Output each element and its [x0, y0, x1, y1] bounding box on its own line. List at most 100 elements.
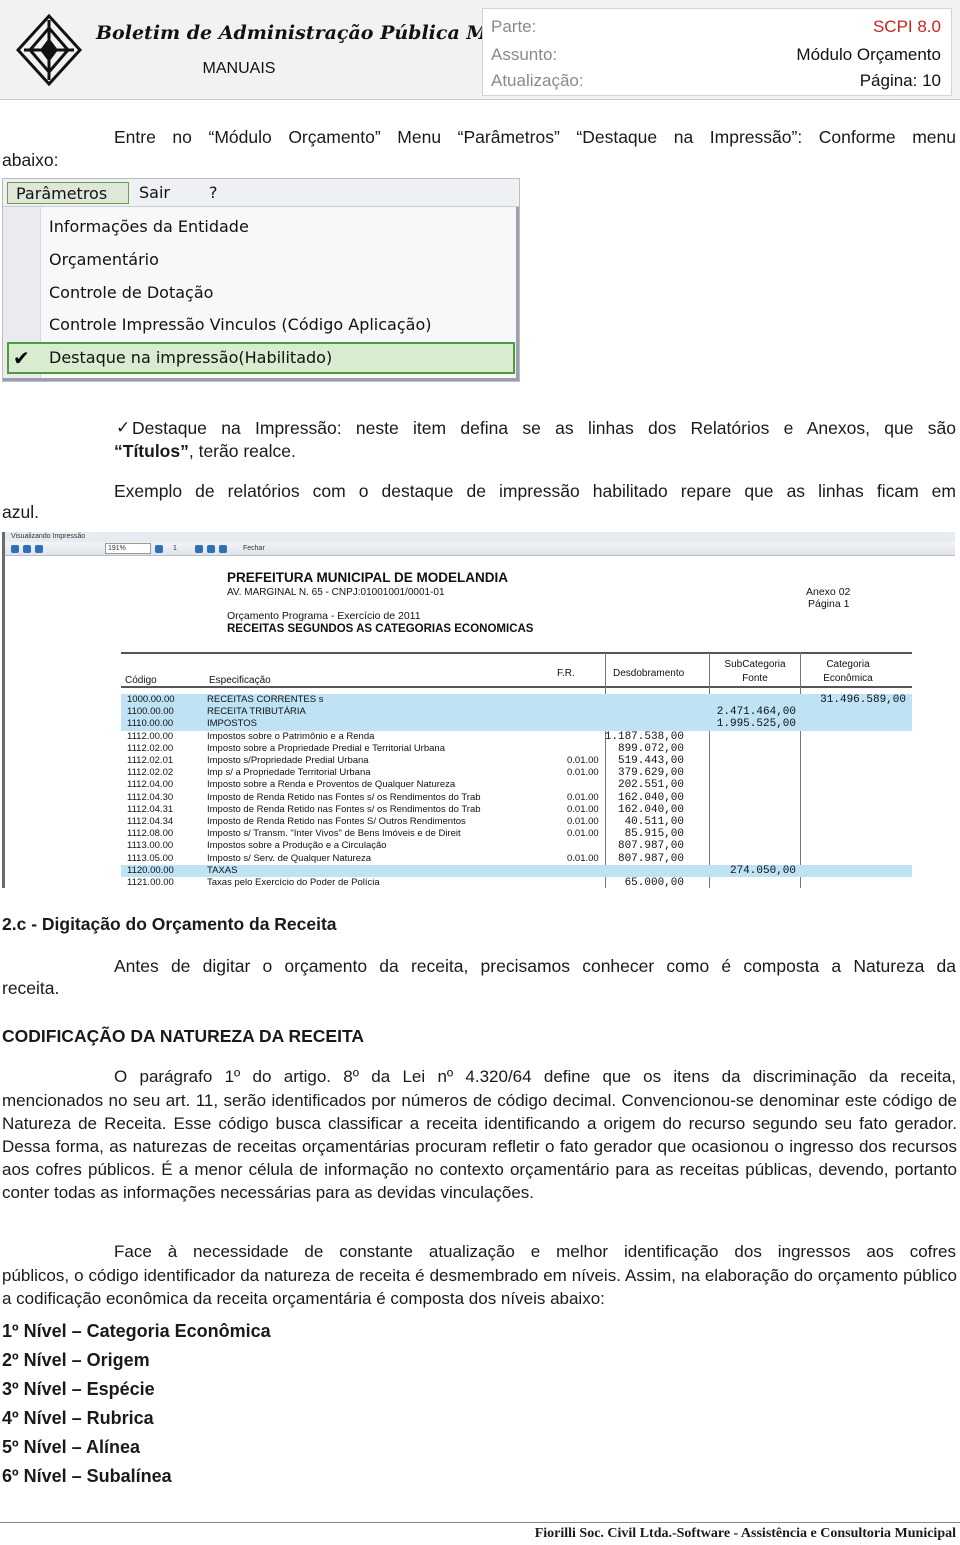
print-icon[interactable]: [11, 545, 19, 553]
next-page-icon[interactable]: [195, 545, 203, 553]
section-p1: Antes de digitar o orçamento da receita,…: [114, 956, 956, 976]
menu-item-orcamentario[interactable]: Orçamentário: [49, 250, 159, 269]
bullet-line2: “Títulos”, terão realce.: [114, 441, 296, 462]
cell-especificacao: Impostos sobre o Patrimônio e a Renda: [207, 730, 375, 742]
cell-especificacao: Imposto de Renda Retido nas Fontes s/ os…: [207, 803, 481, 815]
cell-desdobramento: 65.000,00: [624, 877, 684, 888]
table-row: 1110.00.00 IMPOSTOS 1.995.525,00: [121, 718, 912, 731]
cell-especificacao: Imposto sobre a Propriedade Predial e Te…: [207, 742, 445, 754]
cell-desdobramento: 519.443,00: [617, 755, 684, 767]
cell-especificacao: IMPOSTOS: [207, 718, 257, 730]
cell-especificacao: Imposto s/Propriedade Predial Urbana: [207, 755, 369, 766]
cell-desdobramento: 807.987,00: [617, 852, 684, 865]
header-branding: Boletim de Administração Pública Municip…: [0, 0, 574, 100]
report-toolbar: 191% 1 Fechar: [5, 542, 955, 556]
cell-desdobramento: 85.915,00: [624, 828, 684, 841]
cell-especificacao: RECEITA TRIBUTÁRIA: [207, 706, 306, 718]
cell-codigo: 1000.00.00: [127, 694, 175, 705]
example-left-word: azul.: [2, 502, 39, 522]
table-row: 1113.00.00 Impostos sobre a Produção e a …: [121, 840, 912, 852]
subject-value: Módulo Orçamento: [796, 45, 941, 64]
table-row: 1113.05.00 Imposto s/ Serv. de Qualquer N…: [121, 853, 912, 865]
refresh-icon[interactable]: [219, 545, 227, 553]
menu-help[interactable]: ?: [201, 182, 226, 204]
cell-codigo: 1112.04.34: [127, 816, 174, 827]
cell-codigo: 1112.08.00: [127, 828, 174, 840]
page-field[interactable]: 1: [173, 542, 177, 556]
cell-fr: 0.01.00: [567, 803, 599, 815]
cell-desdobramento: 379.629,00: [617, 767, 684, 780]
header-update-row: Atualização: Página: 10: [491, 71, 941, 93]
table-row: 1112.02.02 Imp s/ a Propriedade Territori…: [121, 767, 912, 779]
p2-first-line: O parágrafo 1º do artigo. 8º da Lei nº 4…: [114, 1067, 956, 1086]
cell-especificacao: Imposto de Renda Retido nas Fontes S/ Ou…: [207, 816, 466, 827]
table-row: 1112.04.30 Imposto de Renda Retido nas Fo…: [121, 792, 912, 804]
menu-item-entidade[interactable]: Informações da Entidade: [49, 217, 249, 236]
table-row: 1112.08.00 Imposto s/ Transm. "Inter Vivo…: [121, 828, 912, 840]
col-fonte: Fonte: [742, 673, 768, 684]
level-6: 6º Nível – Subalínea: [2, 1466, 172, 1486]
menu-sair[interactable]: Sair: [131, 182, 178, 204]
cell-desdobramento: 899.072,00: [617, 742, 684, 755]
intro-left-word: abaixo:: [2, 150, 59, 170]
col-subcategoria: SubCategoria: [724, 659, 786, 670]
menu-screenshot: Parâmetros Sair ? Informações da Entidad…: [2, 178, 520, 382]
bullet-check-icon: ✓: [116, 418, 131, 437]
level-1: 1º Nível – Categoria Econômica: [2, 1321, 271, 1341]
cell-codigo: 1113.05.00: [127, 852, 174, 864]
cell-desdobramento: 1.187.538,00: [604, 730, 684, 743]
intro-line: Entre no “Módulo Orçamento” Menu “Parâme…: [114, 127, 956, 147]
table-row: 1112.04.00 Imposto sobre a Renda e Proven…: [121, 779, 912, 791]
menu-parametros[interactable]: Parâmetros: [7, 182, 129, 204]
cell-desdobramento: 807.987,00: [617, 840, 684, 853]
col-desdobramento: Desdobramento: [613, 668, 685, 679]
cell-especificacao: Imposto sobre a Renda e Proventos de Qua…: [207, 779, 456, 791]
report-org: PREFEITURA MUNICIPAL DE MODELANDIA: [227, 570, 509, 585]
section-p1-left-word: receita.: [2, 978, 60, 998]
table-row: 1120.00.00 TAXAS 274.050,00: [121, 864, 912, 877]
last-page-icon[interactable]: [207, 545, 215, 553]
header-part-row: Parte: SCPI 8.0: [491, 17, 941, 39]
col-economica: Econômica: [823, 673, 873, 684]
cell-especificacao: Imposto s/ Transm. "Inter Vivos" de Bens…: [207, 828, 461, 840]
cell-especificacao: Imp s/ a Propriedade Territorial Urbana: [207, 767, 371, 779]
cell-especificacao: RECEITAS CORRENTES s: [207, 694, 324, 705]
level-2: 2º Nível – Origem: [2, 1350, 150, 1370]
menu-item-controle-impressao[interactable]: Controle Impressão Vinculos (Código Apli…: [49, 315, 431, 334]
report-screenshot: Visualizando Impressão 191% 1 Fechar PRE…: [2, 532, 955, 888]
menu-item-controle-dotacao[interactable]: Controle de Dotação: [49, 283, 213, 302]
cell-especificacao: TAXAS: [207, 864, 238, 876]
report-window-title: Visualizando Impressão: [5, 532, 955, 542]
cell-codigo: 1121.00.00: [127, 877, 174, 888]
bullet-line1: Destaque na Impressão: neste item defina…: [132, 418, 956, 438]
level-5: 5º Nível – Alínea: [2, 1437, 140, 1457]
menubar: Parâmetros Sair ?: [3, 179, 519, 207]
col-fr: F.R.: [557, 668, 575, 679]
footer-text: Fiorilli Soc. Civil Ltda.-Software - Ass…: [534, 1526, 956, 1541]
table-row: 1000.00.00 RECEITAS CORRENTES s 31.496.589…: [121, 694, 912, 707]
prev-page-icon[interactable]: [155, 545, 163, 553]
footer-rule: [0, 1522, 960, 1523]
table-row: 1112.00.00 Impostos sobre o Patrimônio e …: [121, 731, 912, 743]
cell-fr: 0.01.00: [567, 852, 599, 864]
page-number: Página: 10: [859, 71, 941, 90]
section-heading: 2.c - Digitação do Orçamento da Receita: [2, 914, 337, 934]
menu-item-destaque[interactable]: Destaque na impressão(Habilitado): [49, 348, 332, 367]
cell-subcategoria: 274.050,00: [729, 864, 796, 877]
table-row: 1112.02.01 Imposto s/Propriedade Predial …: [121, 755, 912, 767]
save-icon[interactable]: [23, 545, 31, 553]
cell-codigo: 1120.00.00: [127, 864, 174, 876]
mail-icon[interactable]: [35, 545, 43, 553]
p3-body: públicos, o código identificador da natu…: [2, 1266, 957, 1308]
cell-especificacao: Imposto de Renda Retido nas Fontes s/ os…: [207, 791, 481, 803]
cell-codigo: 1112.02.00: [127, 742, 174, 754]
cell-codigo: 1112.02.02: [127, 767, 174, 779]
cell-desdobramento: 40.511,00: [624, 816, 684, 828]
close-button[interactable]: Fechar: [243, 542, 265, 556]
bullet-bold-word: “Títulos”: [114, 441, 189, 461]
zoom-field[interactable]: 191%: [105, 543, 151, 554]
report-page: Página 1: [808, 598, 850, 610]
cell-fr: 0.01.00: [567, 755, 599, 766]
col-codigo: Código: [125, 675, 157, 686]
table-row: 1121.00.00 Taxas pelo Exercício do Poder …: [121, 877, 912, 888]
